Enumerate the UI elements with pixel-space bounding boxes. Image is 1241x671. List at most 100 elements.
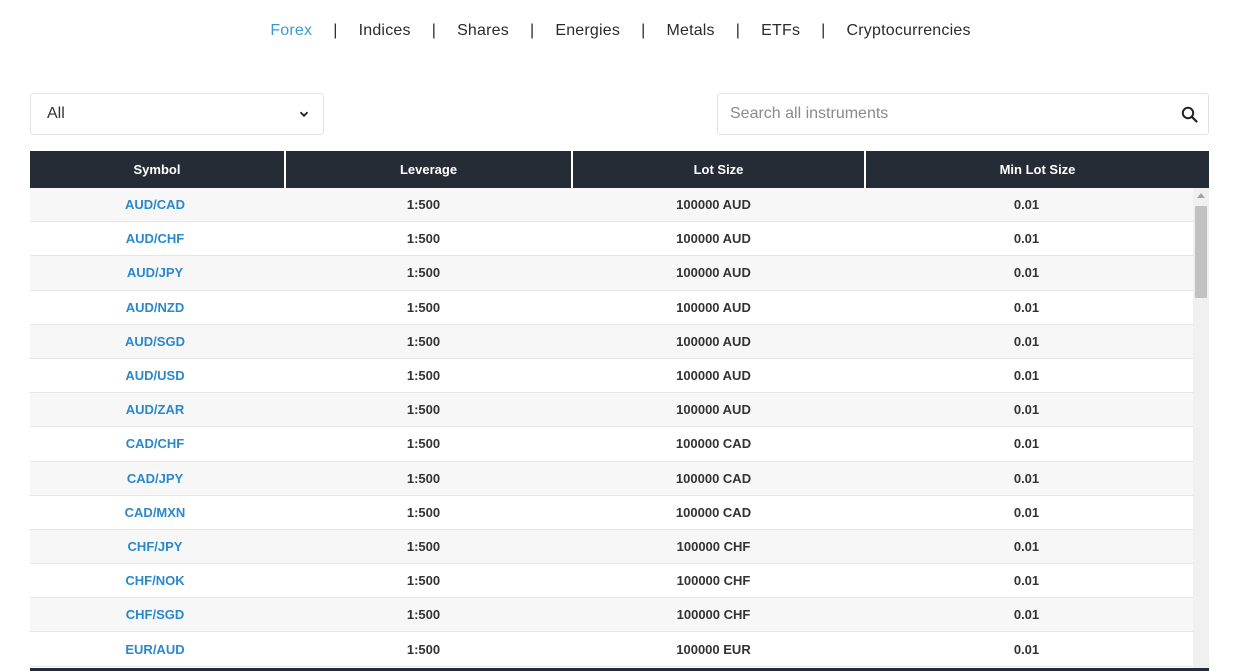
symbol-cell: AUD/JPY	[30, 265, 280, 280]
leverage-cell: 1:500	[280, 231, 567, 246]
leverage-cell: 1:500	[280, 334, 567, 349]
lot-size-cell: 100000 AUD	[567, 265, 860, 280]
lot-size-cell: 100000 AUD	[567, 334, 860, 349]
table-row: AUD/CHF 1:500 100000 AUD 0.01	[30, 222, 1193, 257]
table-scrollbar[interactable]	[1193, 188, 1209, 671]
leverage-cell: 1:500	[280, 505, 567, 520]
symbol-cell: AUD/ZAR	[30, 402, 280, 417]
leverage-cell-value: 1:500	[406, 538, 441, 554]
min-lot-size-cell: 0.01	[860, 471, 1193, 486]
symbol-link[interactable]: CHF/JPY	[128, 539, 183, 554]
symbol-cell: CHF/SGD	[30, 607, 280, 622]
lot-size-cell: 100000 AUD	[567, 231, 860, 246]
leverage-cell-value: 1:500	[406, 368, 441, 384]
nav-tab-energies[interactable]: Energies	[552, 22, 623, 40]
leverage-cell: 1:500	[280, 402, 567, 417]
instruments-page: Forex | Indices | Shares | Energies | Metals | ETF…	[0, 0, 1241, 671]
min-lot-size-cell-value: 0.01	[1013, 538, 1040, 554]
leverage-cell-value: 1:500	[406, 299, 441, 315]
leverage-cell: 1:500	[280, 471, 567, 486]
nav-separator: |	[735, 22, 741, 39]
min-lot-size-cell-value: 0.01	[1013, 641, 1040, 657]
leverage-cell: 1:500	[280, 300, 567, 315]
table-row: CAD/MXN 1:500 100000 CAD 0.01	[30, 495, 1193, 530]
table-body[interactable]: AUD/CAD 1:500 100000 AUD 0.01 AUD/CHF 1:500 10…	[30, 188, 1209, 671]
lot-size-cell-value: 100000 AUD	[676, 265, 751, 281]
nav-tab-shares[interactable]: Shares	[454, 22, 512, 40]
leverage-cell-value: 1:500	[406, 641, 441, 657]
nav-separator: |	[431, 22, 437, 39]
lot-size-cell: 100000 EUR	[567, 642, 860, 657]
symbol-cell: CAD/JPY	[30, 471, 280, 486]
nav-separator: |	[333, 22, 338, 39]
leverage-cell: 1:500	[280, 436, 567, 451]
table-row: AUD/USD 1:500 100000 AUD 0.01	[30, 358, 1193, 394]
category-nav: Forex | Indices | Shares | Energies | Metals | ETF…	[0, 19, 1241, 43]
lot-size-cell-value: 100000 CHF	[676, 607, 751, 623]
min-lot-size-cell-value: 0.01	[1013, 333, 1040, 349]
lot-size-cell: 100000 AUD	[567, 300, 860, 315]
min-lot-size-cell-value: 0.01	[1013, 368, 1040, 384]
symbol-link[interactable]: CHF/NOK	[125, 573, 184, 588]
column-header-lot-size[interactable]: Lot Size	[573, 151, 866, 188]
min-lot-size-cell-value: 0.01	[1013, 607, 1040, 623]
lot-size-cell-value: 100000 CAD	[675, 504, 752, 520]
symbol-link[interactable]: EUR/AUD	[125, 642, 184, 657]
scroll-thumb[interactable]	[1195, 206, 1207, 298]
table-row: CAD/JPY 1:500 100000 CAD 0.01	[30, 461, 1193, 496]
nav-separator: |	[821, 22, 826, 39]
symbol-link[interactable]: AUD/NZD	[126, 300, 185, 315]
symbol-cell: CHF/JPY	[30, 539, 280, 554]
symbol-cell: AUD/USD	[30, 368, 280, 383]
nav-tab-metals[interactable]: Metals	[663, 22, 717, 40]
symbol-link[interactable]: AUD/JPY	[127, 265, 183, 280]
leverage-cell-value: 1:500	[406, 470, 441, 486]
symbol-cell: AUD/CAD	[30, 197, 280, 212]
leverage-cell: 1:500	[280, 265, 567, 280]
lot-size-cell-value: 100000 AUD	[676, 231, 751, 247]
table-row: AUD/SGD 1:500 100000 AUD 0.01	[30, 324, 1193, 359]
symbol-link[interactable]: CAD/CHF	[126, 436, 185, 451]
min-lot-size-cell-value: 0.01	[1013, 231, 1040, 247]
scroll-up-arrow-icon[interactable]	[1197, 193, 1205, 198]
min-lot-size-cell: 0.01	[860, 265, 1193, 280]
leverage-cell-value: 1:500	[406, 607, 441, 623]
symbol-link[interactable]: AUD/SGD	[125, 334, 185, 349]
lot-size-cell: 100000 CAD	[567, 436, 860, 451]
nav-tab-cryptocurrencies[interactable]: Cryptocurrencies	[844, 22, 974, 40]
symbol-link[interactable]: AUD/ZAR	[126, 402, 185, 417]
symbol-cell: AUD/CHF	[30, 231, 280, 246]
leverage-cell: 1:500	[280, 368, 567, 383]
table-row: AUD/NZD 1:500 100000 AUD 0.01	[30, 290, 1193, 325]
asset-filter-select[interactable]: All	[30, 93, 324, 135]
symbol-link[interactable]: AUD/USD	[125, 368, 184, 383]
column-header-symbol[interactable]: Symbol	[30, 151, 286, 188]
search-icon[interactable]	[1181, 106, 1198, 123]
symbol-link[interactable]: CAD/JPY	[127, 471, 183, 486]
lot-size-cell: 100000 AUD	[567, 368, 860, 383]
symbol-link[interactable]: CHF/SGD	[126, 607, 185, 622]
lot-size-cell-value: 100000 CHF	[676, 538, 751, 554]
table-row: CHF/SGD 1:500 100000 CHF 0.01	[30, 598, 1193, 633]
nav-tab-forex[interactable]: Forex	[267, 22, 315, 40]
column-header-leverage[interactable]: Leverage	[286, 151, 573, 188]
min-lot-size-cell-value: 0.01	[1013, 402, 1040, 418]
nav-separator: |	[529, 22, 535, 39]
table-row: EUR/AUD 1:500 100000 EUR 0.01	[30, 632, 1193, 667]
symbol-link[interactable]: CAD/MXN	[125, 505, 186, 520]
symbol-link[interactable]: AUD/CHF	[126, 231, 185, 246]
nav-tab-etfs[interactable]: ETFs	[758, 22, 803, 40]
leverage-cell: 1:500	[280, 607, 567, 622]
lot-size-cell-value: 100000 AUD	[676, 368, 751, 384]
search-input[interactable]	[730, 105, 1181, 123]
lot-size-cell-value: 100000 CHF	[676, 573, 751, 589]
symbol-cell: CHF/NOK	[30, 573, 280, 588]
nav-tab-indices[interactable]: Indices	[356, 22, 414, 40]
table-row: AUD/JPY 1:500 100000 AUD 0.01	[30, 256, 1193, 291]
leverage-cell-value: 1:500	[406, 402, 441, 418]
column-header-min-lot-size[interactable]: Min Lot Size	[866, 151, 1209, 188]
table-rows: AUD/CAD 1:500 100000 AUD 0.01 AUD/CHF 1:500 10…	[30, 188, 1193, 667]
chevron-down-icon	[299, 111, 309, 118]
symbol-link[interactable]: AUD/CAD	[125, 197, 185, 212]
leverage-cell-value: 1:500	[406, 265, 441, 281]
